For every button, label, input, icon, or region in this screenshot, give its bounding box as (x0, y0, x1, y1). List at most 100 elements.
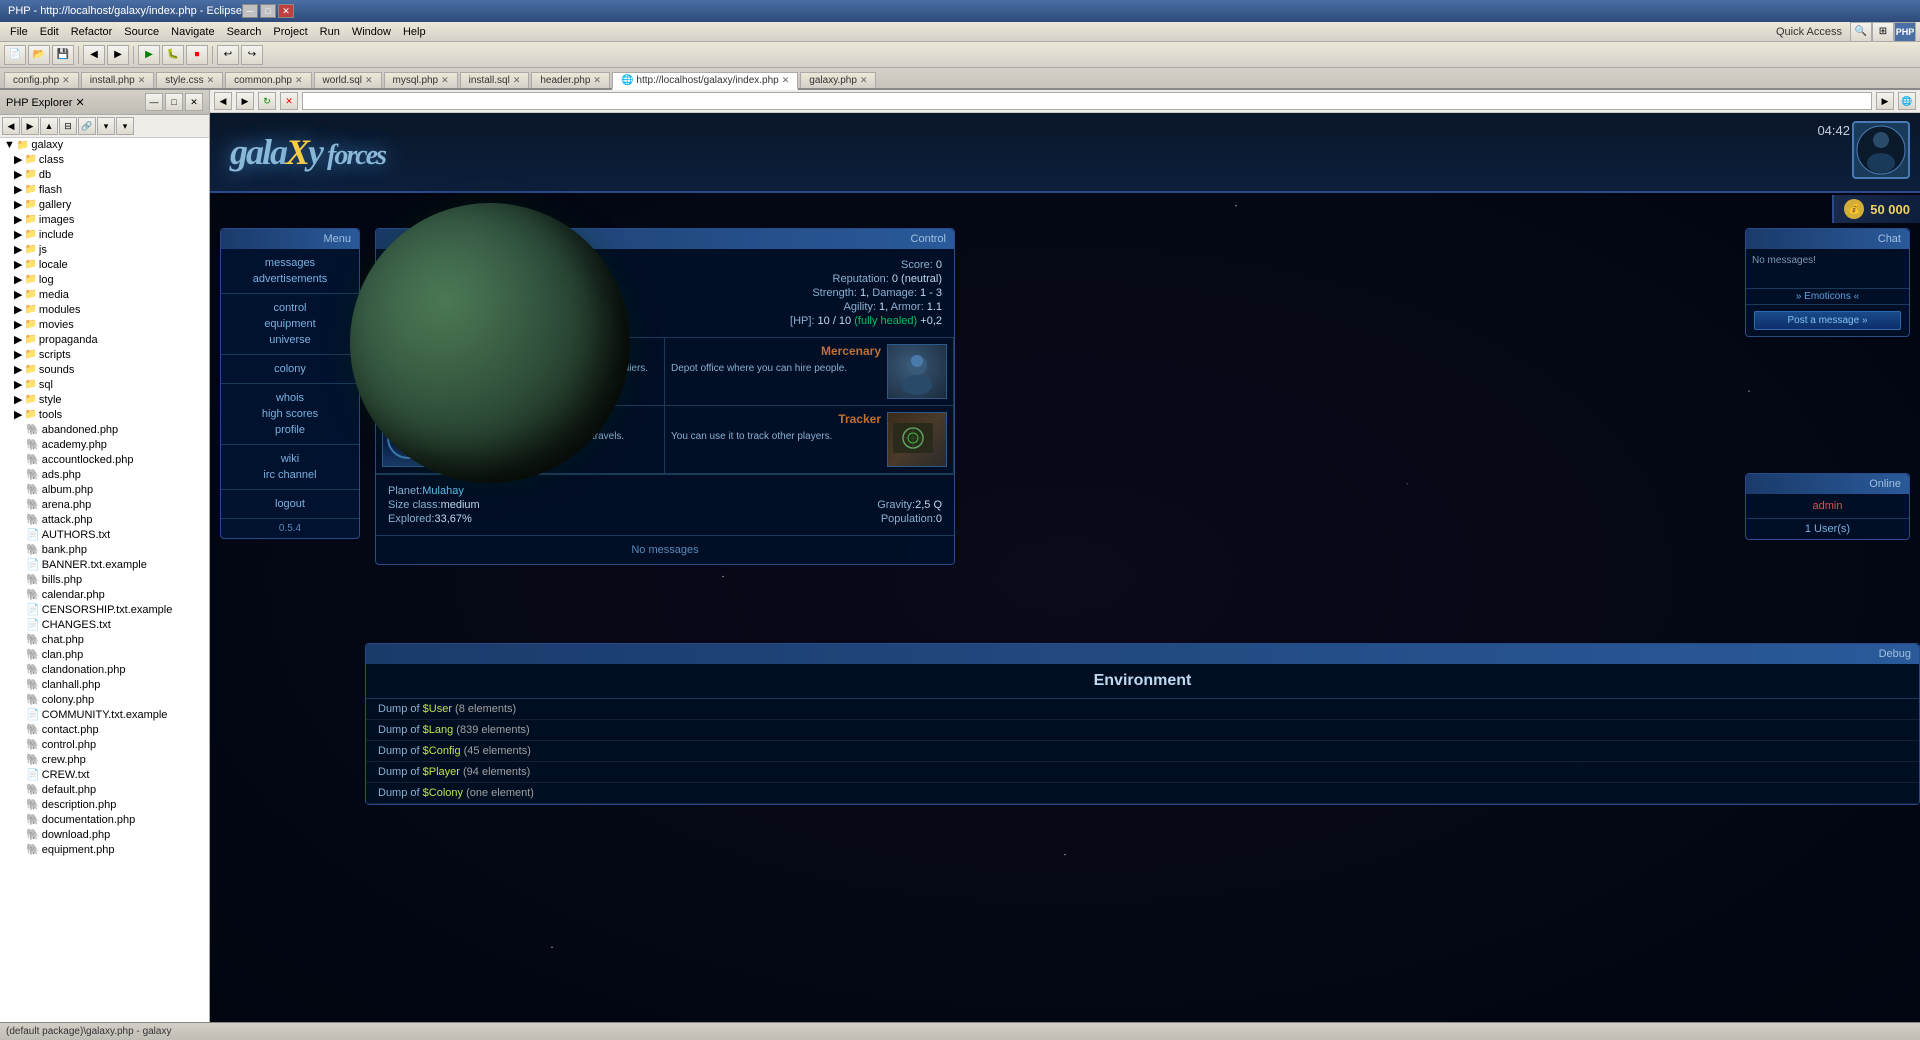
menu-profile-link[interactable]: profile (229, 422, 351, 438)
menu-equipment-link[interactable]: equipment (229, 316, 351, 332)
no-messages-button[interactable]: No messages (376, 535, 954, 564)
tab-mysql-php[interactable]: mysql.php ✕ (384, 72, 458, 88)
tree-file-bank[interactable]: 🐘 bank.php (0, 542, 209, 557)
tree-file-documentation[interactable]: 🐘 documentation.php (0, 812, 209, 827)
tree-file-contact[interactable]: 🐘 contact.php (0, 722, 209, 737)
menu-universe-link[interactable]: universe (229, 332, 351, 348)
tree-file-control[interactable]: 🐘 control.php (0, 737, 209, 752)
tree-folder-log[interactable]: ▶ 📁 log (0, 272, 209, 287)
tree-folder-js[interactable]: ▶ 📁 js (0, 242, 209, 257)
maximize-panel-button[interactable]: □ (165, 93, 183, 111)
tree-file-crew[interactable]: 🐘 crew.php (0, 752, 209, 767)
menu-edit[interactable]: Edit (34, 24, 65, 40)
tree-folder-propaganda[interactable]: ▶ 📁 propaganda (0, 332, 209, 347)
filter-icon[interactable]: ▾ (97, 117, 115, 135)
tab-close-icon[interactable]: ✕ (295, 75, 303, 86)
menu-control-link[interactable]: control (229, 300, 351, 316)
view-menu-icon[interactable]: ▾ (116, 117, 134, 135)
menu-advertisements-link[interactable]: advertisements (229, 271, 351, 287)
menu-source[interactable]: Source (118, 24, 165, 40)
tree-file-censorship[interactable]: 📄 CENSORSHIP.txt.example (0, 602, 209, 617)
menu-wiki-link[interactable]: wiki (229, 451, 351, 467)
tree-file-clandonation[interactable]: 🐘 clandonation.php (0, 662, 209, 677)
tree-file-abandoned[interactable]: 🐘 abandoned.php (0, 422, 209, 437)
tree-file-clanhall[interactable]: 🐘 clanhall.php (0, 677, 209, 692)
menu-highscores-link[interactable]: high scores (229, 406, 351, 422)
tree-folder-db[interactable]: ▶ 📁 db (0, 167, 209, 182)
nav-up-icon[interactable]: ▲ (40, 117, 58, 135)
tree-folder-flash[interactable]: ▶ 📁 flash (0, 182, 209, 197)
new-button[interactable]: 📄 (4, 45, 26, 65)
tab-close-icon[interactable]: ✕ (860, 75, 868, 86)
menu-refactor[interactable]: Refactor (65, 24, 119, 40)
tab-close-icon[interactable]: ✕ (207, 75, 215, 86)
tree-file-attack[interactable]: 🐘 attack.php (0, 512, 209, 527)
tree-file-chat[interactable]: 🐘 chat.php (0, 632, 209, 647)
stop-button[interactable]: ⏹ (186, 45, 208, 65)
tree-file-default[interactable]: 🐘 default.php (0, 782, 209, 797)
card-mercenary[interactable]: Mercenary Depot office where you can hir… (665, 338, 954, 406)
tab-world-sql[interactable]: world.sql ✕ (314, 72, 382, 88)
browser-back-button[interactable]: ◀ (214, 92, 232, 110)
menu-file[interactable]: File (4, 24, 34, 40)
menu-navigate[interactable]: Navigate (165, 24, 220, 40)
tree-file-academy[interactable]: 🐘 academy.php (0, 437, 209, 452)
tree-file-colony[interactable]: 🐘 colony.php (0, 692, 209, 707)
back-button[interactable]: ◀ (83, 45, 105, 65)
tree-file-changes[interactable]: 📄 CHANGES.txt (0, 617, 209, 632)
tree-folder-locale[interactable]: ▶ 📁 locale (0, 257, 209, 272)
tree-folder-sql[interactable]: ▶ 📁 sql (0, 377, 209, 392)
menu-whois-link[interactable]: whois (229, 390, 351, 406)
minimize-button[interactable]: ─ (242, 4, 258, 18)
address-input[interactable]: http://localhost/galaxy/control.php (302, 92, 1872, 110)
maximize-button[interactable]: □ (260, 4, 276, 18)
dump-row-user[interactable]: Dump of $User (8 elements) (366, 699, 1919, 720)
tree-folder-images[interactable]: ▶ 📁 images (0, 212, 209, 227)
open-browser-button[interactable]: 🌐 (1898, 92, 1916, 110)
tree-file-authors[interactable]: 📄 AUTHORS.txt (0, 527, 209, 542)
tab-style-css[interactable]: style.css ✕ (156, 72, 223, 88)
menu-messages-link[interactable]: messages (229, 255, 351, 271)
tree-folder-modules[interactable]: ▶ 📁 modules (0, 302, 209, 317)
menu-colony-link[interactable]: colony (229, 361, 351, 377)
tab-galaxy-php[interactable]: galaxy.php ✕ (800, 72, 876, 88)
tab-close-icon[interactable]: ✕ (593, 75, 601, 86)
php-perspective-button[interactable]: PHP (1894, 22, 1916, 42)
menu-irc-link[interactable]: irc channel (229, 467, 351, 483)
nav-back-icon[interactable]: ◀ (2, 117, 20, 135)
browser-forward-button[interactable]: ▶ (236, 92, 254, 110)
tree-file-album[interactable]: 🐘 album.php (0, 482, 209, 497)
tree-file-clan[interactable]: 🐘 clan.php (0, 647, 209, 662)
perspective-button[interactable]: ⊞ (1872, 22, 1894, 42)
quick-access-button[interactable]: 🔍 (1850, 22, 1872, 42)
tree-file-equipment[interactable]: 🐘 equipment.php (0, 842, 209, 857)
tab-config-php[interactable]: config.php ✕ (4, 72, 79, 88)
forward-button[interactable]: ▶ (107, 45, 129, 65)
collapse-button[interactable]: — (145, 93, 163, 111)
link-editor-icon[interactable]: 🔗 (78, 117, 96, 135)
dump-row-player[interactable]: Dump of $Player (94 elements) (366, 762, 1919, 783)
tree-file-crew-txt[interactable]: 📄 CREW.txt (0, 767, 209, 782)
menu-project[interactable]: Project (267, 24, 313, 40)
browser-stop-button[interactable]: ✕ (280, 92, 298, 110)
debug-button[interactable]: 🐛 (162, 45, 184, 65)
tab-common-php[interactable]: common.php ✕ (225, 72, 311, 88)
window-controls[interactable]: ─ □ ✕ (242, 4, 294, 18)
post-message-button[interactable]: Post a message » (1754, 311, 1901, 330)
tree-folder-include[interactable]: ▶ 📁 include (0, 227, 209, 242)
tab-close-icon[interactable]: ✕ (138, 75, 146, 86)
close-panel-button[interactable]: ✕ (185, 93, 203, 111)
tree-folder-scripts[interactable]: ▶ 📁 scripts (0, 347, 209, 362)
tab-install-php[interactable]: install.php ✕ (81, 72, 155, 88)
tree-root-galaxy[interactable]: ▼ 📁 galaxy (0, 138, 209, 152)
card-tracker[interactable]: Tracker You can use it to track other pl… (665, 406, 954, 474)
tree-file-description[interactable]: 🐘 description.php (0, 797, 209, 812)
close-button[interactable]: ✕ (278, 4, 294, 18)
tree-folder-media[interactable]: ▶ 📁 media (0, 287, 209, 302)
nav-forward-icon[interactable]: ▶ (21, 117, 39, 135)
tab-install-sql[interactable]: install.sql ✕ (460, 72, 530, 88)
tree-folder-gallery[interactable]: ▶ 📁 gallery (0, 197, 209, 212)
tab-close-icon[interactable]: ✕ (513, 75, 521, 86)
run-button[interactable]: ▶ (138, 45, 160, 65)
browser-go-button[interactable]: ▶ (1876, 92, 1894, 110)
